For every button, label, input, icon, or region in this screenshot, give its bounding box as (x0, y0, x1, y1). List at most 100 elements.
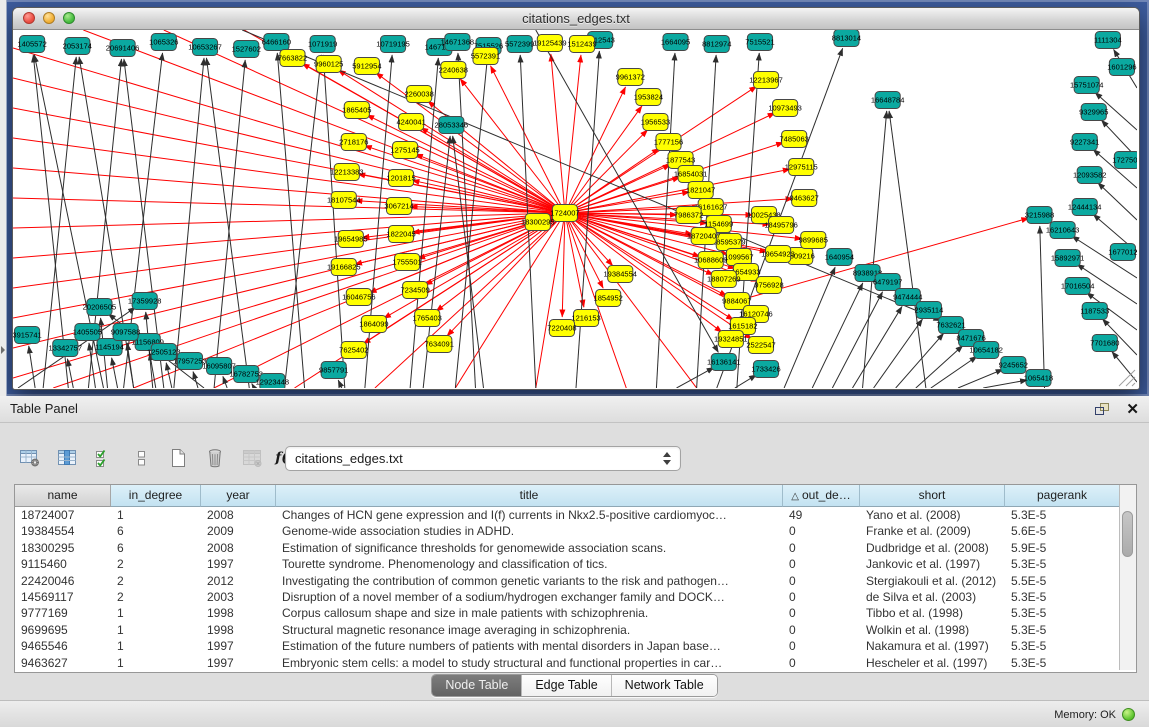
network-node[interactable]: 10973493 (768, 100, 802, 117)
network-node[interactable]: 12213967 (749, 72, 783, 89)
network-node[interactable]: 1864099 (359, 316, 388, 333)
close-panel-button[interactable]: ✕ (1126, 402, 1139, 417)
network-node[interactable]: 16210643 (1046, 222, 1080, 239)
column-header-in_degree[interactable]: in_degree (111, 485, 201, 507)
network-node[interactable]: 1099567 (724, 249, 753, 266)
network-node[interactable]: 19166825 (327, 259, 361, 276)
table-cell[interactable]: 0 (783, 540, 860, 556)
network-node[interactable]: 2240638 (439, 62, 468, 79)
table-cell[interactable]: 22420046 (15, 573, 111, 589)
table-cell[interactable]: Nakamura et al. (1997) (860, 638, 1005, 654)
network-node[interactable]: 1601296 (1107, 59, 1136, 76)
table-cell[interactable]: Yano et al. (2008) (860, 507, 1005, 523)
network-node[interactable]: 19654985 (334, 231, 368, 248)
table-cell[interactable]: 5.5E-5 (1005, 573, 1120, 589)
network-node[interactable]: 18807269 (707, 271, 741, 288)
table-cell[interactable]: 1 (111, 507, 201, 523)
table-cell[interactable]: 0 (783, 556, 860, 572)
table-cell[interactable]: Estimation of significance thresholds fo… (276, 540, 783, 556)
network-node[interactable]: 10688609 (694, 252, 728, 269)
network-node[interactable]: 7634091 (425, 336, 454, 353)
column-header-out_de[interactable]: △out_de… (783, 485, 860, 507)
table-cell[interactable]: 1 (111, 655, 201, 671)
network-node[interactable]: 4240041 (396, 114, 425, 131)
tab-node-table[interactable]: Node Table (432, 675, 521, 696)
network-node[interactable]: 1724007 (550, 205, 579, 222)
table-cell[interactable]: 9463627 (15, 655, 111, 671)
table-cell[interactable]: Embryonic stem cells: a model to study s… (276, 655, 783, 671)
network-node[interactable]: 16046756 (342, 289, 376, 306)
network-node[interactable]: 5572391 (471, 48, 500, 65)
table-cell[interactable]: 5.3E-5 (1005, 556, 1120, 572)
network-node[interactable]: 5912954 (352, 58, 381, 75)
network-node[interactable]: 1821047 (686, 182, 715, 199)
network-node[interactable]: 2522547 (746, 337, 775, 354)
network-node[interactable]: 1527602 (232, 41, 261, 58)
table-cell[interactable]: Jankovic et al. (1997) (860, 556, 1005, 572)
network-node[interactable]: 10654182 (969, 342, 1003, 359)
network-node[interactable]: 9227341 (1070, 134, 1099, 151)
table-cell[interactable]: Franke et al. (2009) (860, 523, 1005, 539)
network-edge[interactable] (455, 213, 565, 388)
network-edge[interactable] (112, 358, 118, 388)
table-row[interactable]: 1456911722003Disruption of a novel membe… (15, 589, 1136, 605)
network-node[interactable]: 1512439 (567, 36, 596, 53)
table-cell[interactable]: 5.3E-5 (1005, 605, 1120, 621)
network-node[interactable]: 1727503 (1112, 152, 1137, 169)
network-node[interactable]: 18300295 (521, 214, 555, 231)
network-node[interactable]: 6479197 (873, 274, 902, 291)
network-node[interactable]: 16136141 (707, 354, 741, 371)
network-edge[interactable] (29, 346, 35, 388)
table-row[interactable]: 1938455462009Genome-wide association stu… (15, 523, 1136, 539)
network-edge[interactable] (284, 55, 321, 388)
table-cell[interactable]: Wolkin et al. (1998) (860, 622, 1005, 638)
table-scrollbar-thumb[interactable] (1122, 511, 1133, 557)
table-cell[interactable]: 5.3E-5 (1005, 507, 1120, 523)
network-edge[interactable] (13, 213, 565, 288)
network-node[interactable]: 9245652 (999, 357, 1028, 374)
table-cell[interactable]: 2 (111, 589, 201, 605)
network-node[interactable]: 7663822 (278, 50, 307, 67)
network-node[interactable]: 13342757 (49, 340, 83, 357)
table-row[interactable]: 969969511998Structural magnetic resonanc… (15, 622, 1136, 638)
column-header-title[interactable]: title (276, 485, 783, 507)
deselect-all-rows-button[interactable] (127, 445, 155, 471)
network-node[interactable]: 9756928 (754, 277, 783, 294)
network-node[interactable]: 1664095 (661, 34, 690, 51)
network-node[interactable]: 12444134 (1068, 199, 1102, 216)
network-node[interactable]: 1765403 (413, 310, 442, 327)
delete-column-button[interactable] (201, 445, 229, 471)
table-cell[interactable]: Stergiakouli et al. (2012) (860, 573, 1005, 589)
table-cell[interactable]: Corpus callosum shape and size in male p… (276, 605, 783, 621)
network-node[interactable]: 9960125 (314, 56, 343, 73)
network-node[interactable]: 20691406 (106, 40, 140, 57)
network-node[interactable]: 1065418 (1024, 370, 1053, 387)
table-cell[interactable]: 2 (111, 573, 201, 589)
network-node[interactable]: 12093582 (1073, 167, 1107, 184)
network-node[interactable]: 7234509 (400, 282, 429, 299)
network-node[interactable]: 15892971 (1051, 250, 1085, 267)
network-node[interactable]: 2718176 (339, 134, 368, 151)
table-cell[interactable]: 5.3E-5 (1005, 589, 1120, 605)
network-node[interactable]: 1677012 (1108, 244, 1137, 261)
table-cell[interactable]: 2003 (201, 589, 276, 605)
network-node[interactable]: 1777156 (654, 134, 683, 151)
network-node[interactable]: 7220408 (547, 320, 576, 337)
table-cell[interactable]: Structural magnetic resonance image aver… (276, 622, 783, 638)
tab-network-table[interactable]: Network Table (611, 675, 717, 696)
network-edge[interactable] (852, 306, 902, 388)
table-cell[interactable]: 1 (111, 622, 201, 638)
network-node[interactable]: 8812974 (702, 36, 731, 53)
table-cell[interactable]: 1 (111, 605, 201, 621)
network-node[interactable]: 5572399 (505, 36, 534, 53)
table-cell[interactable]: 0 (783, 622, 860, 638)
network-node[interactable]: 3215988 (1025, 207, 1054, 224)
table-cell[interactable]: 14569117 (15, 589, 111, 605)
network-node[interactable]: 9463627 (790, 190, 819, 207)
table-row[interactable]: 1830029562008Estimation of significance … (15, 540, 1136, 556)
table-cell[interactable]: 5.9E-5 (1005, 540, 1120, 556)
network-edge[interactable] (338, 380, 342, 388)
network-edge[interactable] (166, 363, 172, 388)
table-scrollbar[interactable] (1119, 485, 1136, 670)
network-node[interactable]: 1865405 (342, 102, 371, 119)
